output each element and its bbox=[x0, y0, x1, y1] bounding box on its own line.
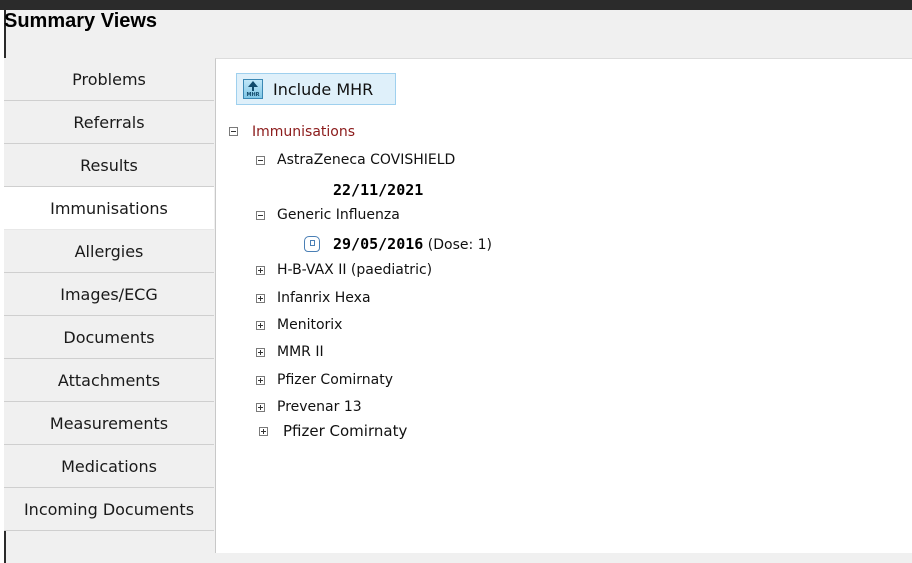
tree-item-infanrix-hexa[interactable]: Infanrix Hexa bbox=[277, 290, 371, 306]
expand-pfizer-icon[interactable] bbox=[256, 376, 265, 385]
tab-incoming-documents[interactable]: Incoming Documents bbox=[4, 488, 214, 531]
tab-problems[interactable]: Problems bbox=[4, 58, 214, 101]
include-mhr-label: Include MHR bbox=[273, 79, 374, 99]
window-title: Summary Views bbox=[4, 10, 158, 32]
astrazeneca-date[interactable]: 22/11/2021 bbox=[333, 181, 423, 199]
tree-item-mmr-ii[interactable]: MMR II bbox=[277, 344, 324, 360]
tab-attachments[interactable]: Attachments bbox=[4, 359, 214, 402]
tab-results[interactable]: Results bbox=[4, 144, 214, 187]
tree-item-astrazeneca[interactable]: AstraZeneca COVISHIELD bbox=[277, 152, 455, 168]
tab-documents[interactable]: Documents bbox=[4, 316, 214, 359]
collapse-astrazeneca-icon[interactable] bbox=[256, 156, 265, 165]
expand-prevenar-icon[interactable] bbox=[256, 403, 265, 412]
tab-immunisations[interactable]: Immunisations bbox=[4, 187, 214, 230]
tab-images-ecg[interactable]: Images/ECG bbox=[4, 273, 214, 316]
tab-referrals[interactable]: Referrals bbox=[4, 101, 214, 144]
influenza-dose: (Dose: 1) bbox=[427, 237, 493, 253]
dose-calendar-icon bbox=[304, 236, 320, 252]
tab-list: Problems Referrals Results Immunisations… bbox=[4, 58, 214, 531]
include-mhr-button[interactable]: MHR Include MHR bbox=[236, 73, 396, 105]
collapse-immunisations-icon[interactable] bbox=[229, 127, 238, 136]
tab-medications[interactable]: Medications bbox=[4, 445, 214, 488]
tree-item-generic-influenza[interactable]: Generic Influenza bbox=[277, 207, 400, 223]
tab-measurements[interactable]: Measurements bbox=[4, 402, 214, 445]
top-border bbox=[0, 0, 912, 10]
expand-mmr-icon[interactable] bbox=[256, 348, 265, 357]
tree-item-pfizer-comirnaty[interactable]: Pfizer Comirnaty bbox=[277, 372, 393, 388]
tree-item-menitorix[interactable]: Menitorix bbox=[277, 317, 342, 333]
mhr-upload-icon: MHR bbox=[243, 79, 263, 99]
tree-root-immunisations[interactable]: Immunisations bbox=[252, 124, 355, 140]
influenza-date: 29/05/2016 bbox=[333, 235, 424, 253]
collapse-influenza-icon[interactable] bbox=[256, 211, 265, 220]
expand-pfizer-2-icon[interactable] bbox=[259, 427, 268, 436]
tree-item-pfizer-comirnaty-2[interactable]: Pfizer Comirnaty bbox=[283, 422, 407, 440]
tree-item-hbvax[interactable]: H-B-VAX II (paediatric) bbox=[277, 262, 432, 278]
tab-allergies[interactable]: Allergies bbox=[4, 230, 214, 273]
expand-hbvax-icon[interactable] bbox=[256, 266, 265, 275]
expand-menitorix-icon[interactable] bbox=[256, 321, 265, 330]
expand-infanrix-icon[interactable] bbox=[256, 294, 265, 303]
influenza-dose-row[interactable]: 29/05/2016 (Dose: 1) bbox=[333, 235, 492, 253]
tree-item-prevenar-13[interactable]: Prevenar 13 bbox=[277, 399, 362, 415]
